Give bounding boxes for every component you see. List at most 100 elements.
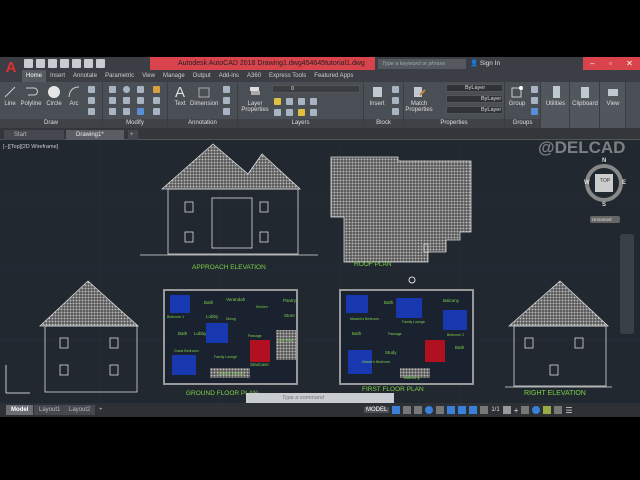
layer-merge-icon[interactable]: [310, 109, 317, 116]
scale-icon[interactable]: [123, 108, 130, 115]
close-icon[interactable]: ✕: [626, 57, 633, 70]
tab-output[interactable]: Output: [189, 70, 215, 82]
create-block-icon[interactable]: [392, 86, 399, 93]
stretch-icon[interactable]: [109, 108, 116, 115]
explode-icon[interactable]: [153, 97, 160, 104]
undo-icon[interactable]: [84, 59, 93, 68]
object-snap-icon[interactable]: [458, 406, 467, 414]
new-icon[interactable]: [24, 59, 33, 68]
open-icon[interactable]: [36, 59, 45, 68]
viewcube-east[interactable]: E: [622, 180, 626, 186]
layout-tab-layout2[interactable]: Layout2: [64, 405, 96, 415]
attribute-icon[interactable]: [392, 108, 399, 115]
view-panel[interactable]: View: [600, 82, 626, 128]
save-as-icon[interactable]: [60, 59, 69, 68]
group-tool[interactable]: Group: [507, 85, 527, 107]
layer-isolate-icon[interactable]: [310, 98, 317, 105]
ungroup-icon[interactable]: [531, 86, 538, 93]
ucs-dropdown[interactable]: Unnamed: [590, 216, 620, 223]
isodraft-icon[interactable]: [436, 406, 445, 414]
color-dropdown[interactable]: ByLayer: [446, 84, 503, 92]
polyline-tool[interactable]: Polyline: [20, 85, 42, 107]
grid-icon[interactable]: [392, 406, 401, 414]
line-tool[interactable]: Line: [3, 85, 17, 107]
copy-icon[interactable]: [109, 97, 116, 104]
sign-in-button[interactable]: 👤 Sign In: [470, 58, 500, 69]
tab-add-ins[interactable]: Add-ins: [215, 70, 243, 82]
rotate-icon[interactable]: [123, 86, 130, 93]
annotation-panel-label[interactable]: Annotation: [168, 119, 237, 128]
linear-dim-icon[interactable]: [223, 86, 230, 93]
snap-icon[interactable]: [403, 406, 412, 414]
annotation-visibility-icon[interactable]: [469, 406, 478, 414]
layout-tab-layout1[interactable]: Layout1: [34, 405, 66, 415]
dimension-tool[interactable]: Dimension: [190, 85, 218, 107]
layer-dropdown[interactable]: 0: [272, 85, 360, 93]
text-tool[interactable]: A Text: [172, 84, 188, 107]
clean-screen-icon[interactable]: [543, 406, 552, 414]
layer-match-icon[interactable]: [274, 109, 281, 116]
navigation-bar[interactable]: [620, 234, 634, 334]
annotation-scale[interactable]: 1/1: [491, 407, 499, 413]
hatch-icon[interactable]: [88, 97, 95, 104]
draw-panel-label[interactable]: Draw: [0, 119, 102, 128]
mirror-icon[interactable]: [123, 97, 130, 104]
fullscreen-icon[interactable]: [554, 406, 563, 414]
offset-icon[interactable]: [153, 108, 160, 115]
block-panel-label[interactable]: Block: [364, 119, 403, 128]
group-edit-icon[interactable]: [531, 97, 538, 104]
layers-panel-label[interactable]: Layers: [238, 119, 363, 128]
workspace-gear-icon[interactable]: [502, 406, 511, 414]
auto-scale-icon[interactable]: [480, 406, 489, 414]
tab-manage[interactable]: Manage: [159, 70, 189, 82]
linetype-dropdown[interactable]: ByLayer: [446, 95, 503, 103]
application-menu-button[interactable]: A: [0, 57, 22, 82]
file-tab-drawing1[interactable]: Drawing1*: [66, 130, 124, 140]
add-layout-button[interactable]: +: [94, 405, 108, 415]
viewcube-north[interactable]: N: [602, 158, 606, 164]
erase-icon[interactable]: [153, 86, 160, 93]
leader-icon[interactable]: [223, 97, 230, 104]
layer-lock-icon[interactable]: [298, 98, 305, 105]
match-properties-tool[interactable]: Match Properties: [405, 85, 433, 113]
hardware-acceleration-icon[interactable]: [532, 406, 541, 414]
ortho-icon[interactable]: [414, 406, 423, 414]
tab-view[interactable]: View: [138, 70, 159, 82]
print-icon[interactable]: [72, 59, 81, 68]
viewcube-face[interactable]: TOP: [600, 178, 610, 184]
tab-parametric[interactable]: Parametric: [101, 70, 138, 82]
rectangle-icon[interactable]: [88, 86, 95, 93]
tab-featured-apps[interactable]: Featured Apps: [310, 70, 357, 82]
region-icon[interactable]: [88, 108, 95, 115]
circle-tool[interactable]: Circle: [45, 85, 63, 107]
tab-insert[interactable]: Insert: [46, 70, 69, 82]
arc-tool[interactable]: Arc: [67, 85, 81, 107]
tab-a360[interactable]: A360: [243, 70, 265, 82]
clipboard-panel[interactable]: Clipboard: [570, 82, 600, 128]
lineweight-dropdown[interactable]: ByLayer: [446, 106, 503, 114]
search-input[interactable]: Type a keyword or phrase: [378, 59, 466, 69]
new-tab-button[interactable]: +: [128, 130, 138, 140]
layer-walk-icon[interactable]: [298, 109, 305, 116]
edit-block-icon[interactable]: [392, 97, 399, 104]
tab-annotate[interactable]: Annotate: [69, 70, 101, 82]
move-icon[interactable]: [109, 86, 116, 93]
properties-panel-label[interactable]: Properties: [404, 119, 504, 128]
layer-previous-icon[interactable]: [286, 109, 293, 116]
trim-icon[interactable]: [137, 86, 144, 93]
group-selection-icon[interactable]: [531, 108, 538, 115]
tab-home[interactable]: Home: [22, 70, 47, 82]
redo-icon[interactable]: [96, 59, 105, 68]
viewcube-south[interactable]: S: [602, 202, 606, 208]
fillet-icon[interactable]: [137, 97, 144, 104]
viewcube-west[interactable]: W: [584, 180, 590, 186]
array-icon[interactable]: [137, 108, 144, 115]
groups-panel-label[interactable]: Groups: [505, 119, 540, 128]
object-snap-tracking-icon[interactable]: [447, 406, 456, 414]
customization-menu-icon[interactable]: ☰: [565, 406, 572, 415]
polar-icon[interactable]: [425, 406, 434, 414]
drawing-canvas[interactable]: [−][Top][2D Wireframe] @DELCAD TOP N S W…: [0, 140, 640, 403]
utilities-panel[interactable]: Utilities: [541, 82, 570, 128]
plus-icon[interactable]: +: [514, 406, 519, 415]
insert-tool[interactable]: Insert: [367, 85, 387, 107]
